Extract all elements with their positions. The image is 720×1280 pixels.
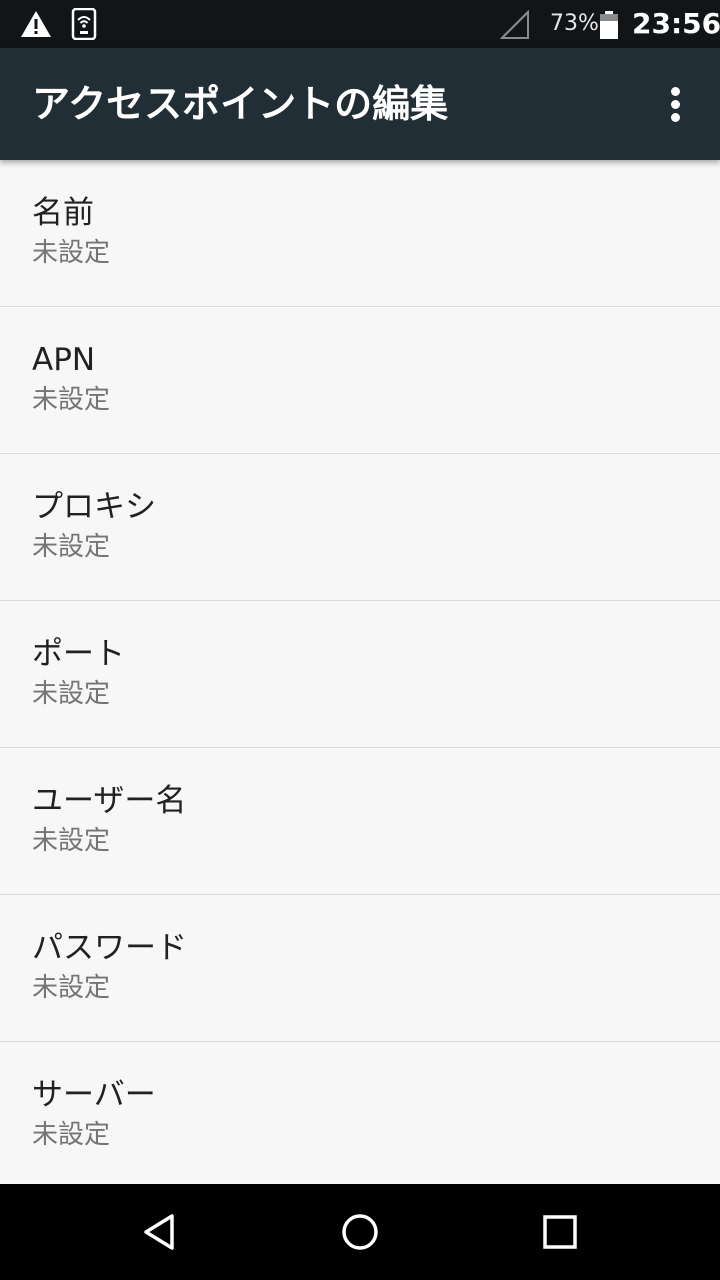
signal-icon	[500, 10, 529, 39]
more-vert-icon-dot	[671, 100, 680, 109]
item-title: サーバー	[32, 1077, 156, 1113]
item-summary: 未設定	[32, 973, 111, 1003]
app-bar: アクセスポイントの編集	[0, 48, 720, 160]
item-title: 名前	[32, 195, 94, 231]
list-item-server[interactable]: サーバー 未設定	[0, 1042, 720, 1184]
navigation-bar	[0, 1184, 720, 1280]
item-title: パスワード	[32, 930, 187, 966]
item-summary: 未設定	[32, 532, 111, 562]
apn-settings-list: 名前 未設定 APN 未設定 プロキシ 未設定 ポート 未設定 ユーザー名 未設…	[0, 160, 720, 1184]
battery-icon	[600, 11, 618, 39]
list-item-apn[interactable]: APN 未設定	[0, 307, 720, 454]
item-summary: 未設定	[32, 238, 111, 268]
item-title: ポート	[32, 636, 125, 672]
clock: 23:56	[632, 7, 720, 40]
item-summary: 未設定	[32, 826, 111, 856]
list-item-proxy[interactable]: プロキシ 未設定	[0, 454, 720, 601]
more-vert-icon-dot	[671, 113, 680, 122]
page-title: アクセスポイントの編集	[32, 82, 449, 126]
item-summary: 未設定	[32, 1120, 111, 1150]
recents-icon[interactable]	[536, 1208, 584, 1256]
list-item-password[interactable]: パスワード 未設定	[0, 895, 720, 1042]
warning-icon	[21, 11, 51, 37]
home-icon[interactable]	[336, 1208, 384, 1256]
battery-percent: 73%	[550, 11, 599, 36]
back-icon[interactable]	[136, 1208, 184, 1256]
list-item-username[interactable]: ユーザー名 未設定	[0, 748, 720, 895]
device-icon	[71, 8, 97, 40]
item-title: ユーザー名	[32, 783, 187, 819]
item-summary: 未設定	[32, 385, 111, 415]
more-options-button[interactable]	[654, 78, 698, 130]
item-title: APN	[32, 342, 96, 378]
item-title: プロキシ	[32, 489, 156, 525]
more-vert-icon	[671, 87, 680, 96]
item-summary: 未設定	[32, 679, 111, 709]
status-bar: 73% 23:56	[0, 0, 720, 48]
list-item-name[interactable]: 名前 未設定	[0, 160, 720, 307]
list-item-port[interactable]: ポート 未設定	[0, 601, 720, 748]
